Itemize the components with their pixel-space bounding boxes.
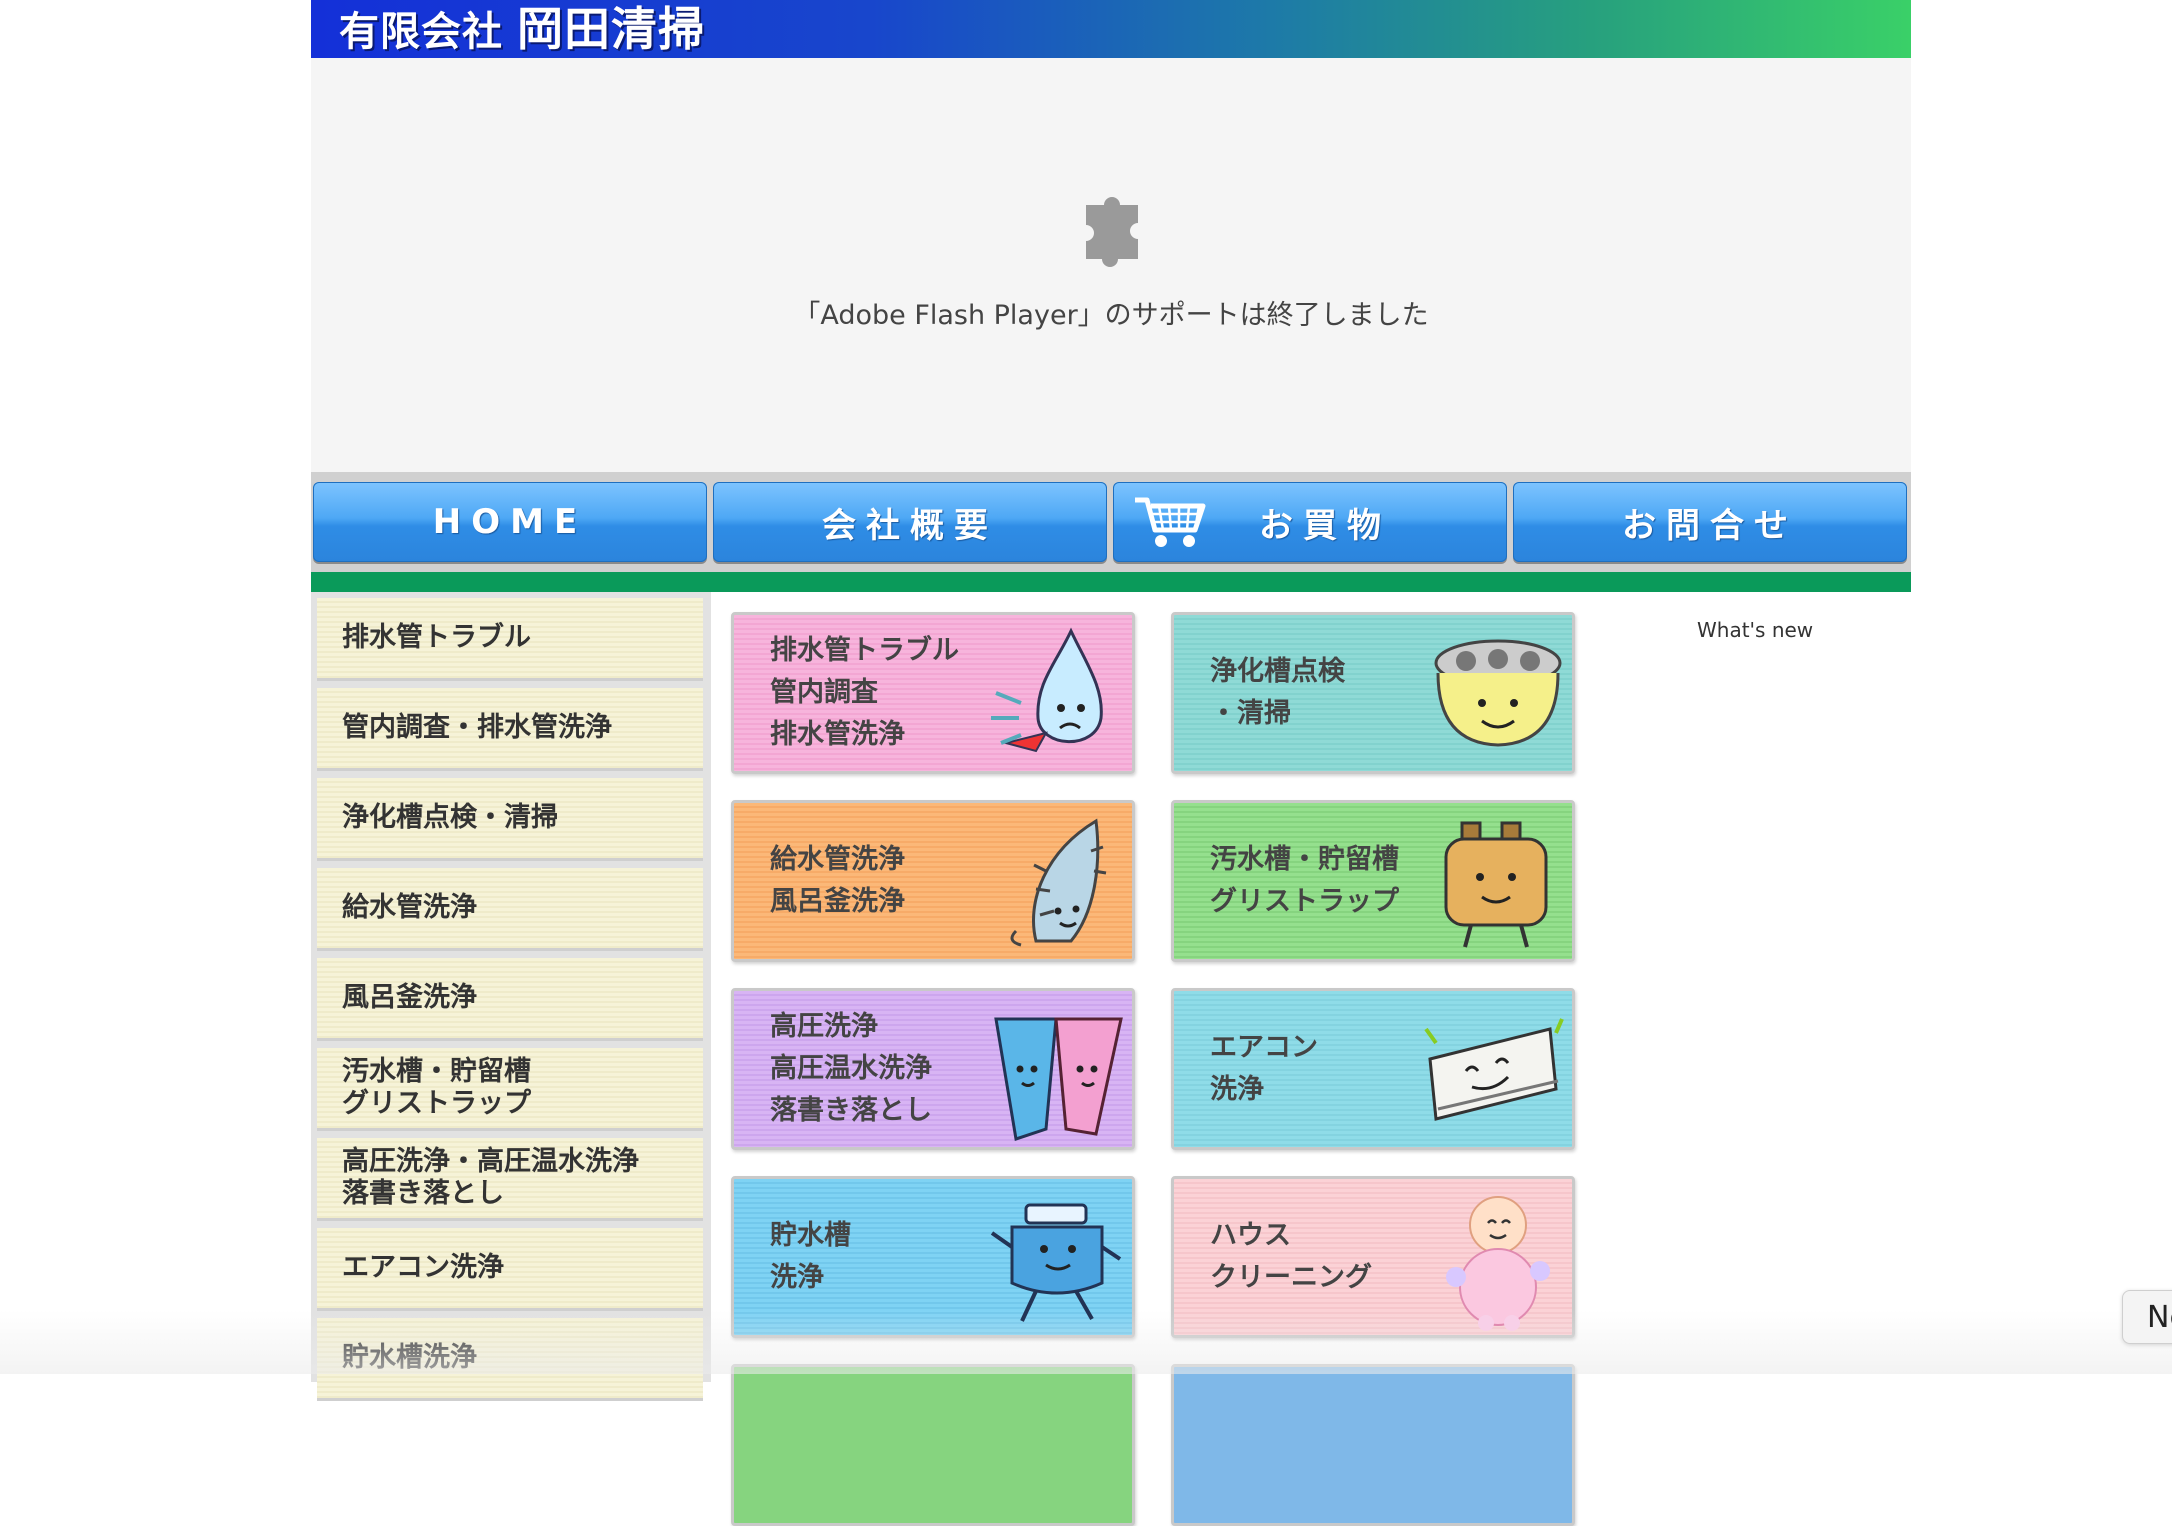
water-tank-mascot-icon [990, 1203, 1122, 1322]
logo-name: 岡田清掃 [517, 2, 705, 56]
sidebar-item-drain-trouble[interactable]: 排水管トラブル [317, 598, 703, 678]
tile-next-row-left[interactable] [731, 1364, 1135, 1526]
nav-home-button[interactable]: HOME [313, 482, 707, 562]
flash-unsupported-message: 「Adobe Flash Player」のサポートは終了しました [793, 300, 1429, 331]
nav-company-label: 会社概要 [822, 505, 998, 546]
tile-label: 排水管トラブル 管内調査 排水管洗浄 [770, 635, 959, 750]
tile-label: 貯水槽 洗浄 [770, 1220, 851, 1293]
water-jet-mascot-icon [994, 1017, 1123, 1141]
nav-company-button[interactable]: 会社概要 [713, 482, 1107, 562]
logo-prefix: 有限会社 [339, 8, 503, 55]
tile-label: 汚水槽・貯留槽 グリストラップ [1210, 844, 1399, 917]
air-conditioner-mascot-icon [1424, 1018, 1564, 1121]
tile-label: 給水管洗浄 風呂釜洗浄 [770, 844, 905, 917]
nav-home-label: HOME [432, 502, 588, 542]
tile-sewage-tank[interactable]: 汚水槽・貯留槽 グリストラップ [1171, 800, 1575, 962]
sidebar-item-label: 汚水槽・貯留槽 グリストラップ [342, 1056, 531, 1119]
sidebar-item-pipe-inspection[interactable]: 管内調査・排水管洗浄 [317, 688, 703, 768]
floating-next-button[interactable]: Ne [2122, 1290, 2172, 1344]
flash-placeholder: 「Adobe Flash Player」のサポートは終了しました [311, 58, 1911, 472]
sidebar-item-aircon[interactable]: エアコン洗浄 [317, 1228, 703, 1308]
sidebar-item-label: エアコン洗浄 [342, 1252, 504, 1283]
nav-contact-button[interactable]: お問合せ [1513, 482, 1907, 562]
nav-shop-label: お買物 [1259, 505, 1391, 546]
tile-aircon[interactable]: エアコン 洗浄 [1171, 988, 1575, 1150]
tile-water-supply[interactable]: 給水管洗浄 風呂釜洗浄 [731, 800, 1135, 962]
tile-water-tank[interactable]: 貯水槽 洗浄 [731, 1176, 1135, 1338]
sidebar-item-sewage-tank[interactable]: 汚水槽・貯留槽 グリストラップ [317, 1048, 703, 1128]
sidebar-item-label: 管内調査・排水管洗浄 [342, 712, 612, 743]
tile-next-row-right[interactable] [1171, 1364, 1575, 1526]
tile-high-pressure[interactable]: 高圧洗浄 高圧温水洗浄 落書き落とし [731, 988, 1135, 1150]
nav-divider [311, 572, 1911, 592]
sidebar-item-label: 風呂釜洗浄 [342, 982, 477, 1013]
sidebar: 排水管トラブル 管内調査・排水管洗浄 浄化槽点検・清掃 給水管洗浄 風呂釜洗浄 … [311, 592, 711, 1398]
nav-shop-button[interactable]: お買物 [1113, 482, 1507, 562]
septic-tank-mascot-icon [1434, 639, 1562, 747]
company-logo[interactable]: 有限会社 岡田清掃 [339, 2, 705, 56]
nav-contact-label: お問合せ [1622, 505, 1798, 546]
sidebar-item-high-pressure[interactable]: 高圧洗浄・高圧温水洗浄 落書き落とし [317, 1138, 703, 1218]
sidebar-item-bath-boiler[interactable]: 風呂釜洗浄 [317, 958, 703, 1038]
tile-label: ハウス クリーニング [1210, 1220, 1372, 1293]
tile-label: エアコン 洗浄 [1210, 1032, 1318, 1105]
sidebar-item-label: 高圧洗浄・高圧温水洗浄 落書き落とし [342, 1146, 639, 1209]
shopping-cart-icon [1135, 497, 1206, 547]
sidebar-item-water-tank[interactable]: 貯水槽洗浄 [317, 1318, 703, 1398]
tile-drain-trouble[interactable]: 排水管トラブル 管内調査 排水管洗浄 [731, 612, 1135, 774]
water-drop-mascot-icon [991, 627, 1103, 753]
sidebar-item-label: 貯水槽洗浄 [342, 1342, 477, 1373]
main-nav: HOME 会社概要 お買物 お問合せ [311, 472, 1911, 572]
bubble-mascot-icon [1446, 1196, 1550, 1331]
sidebar-item-label: 給水管洗浄 [342, 892, 477, 923]
tile-label: 高圧洗浄 高圧温水洗浄 落書き落とし [770, 1011, 932, 1126]
sidebar-item-water-supply-pipe[interactable]: 給水管洗浄 [317, 868, 703, 948]
tank-box-mascot-icon [1444, 821, 1548, 948]
header-banner: 有限会社 岡田清掃 [311, 0, 1911, 58]
tile-house-cleaning[interactable]: ハウス クリーニング [1171, 1176, 1575, 1338]
tile-septic-tank[interactable]: 浄化槽点検 ・清掃 [1171, 612, 1575, 774]
puzzle-plugin-icon [1086, 197, 1138, 267]
sidebar-item-label: 排水管トラブル [342, 622, 531, 653]
whats-new-heading: What's new [1697, 618, 1814, 642]
tile-label: 浄化槽点検 ・清掃 [1210, 656, 1345, 729]
sidebar-item-septic-tank[interactable]: 浄化槽点検・清掃 [317, 778, 703, 858]
pipe-brush-mascot-icon [1010, 818, 1107, 947]
sidebar-item-label: 浄化槽点検・清掃 [342, 802, 558, 833]
